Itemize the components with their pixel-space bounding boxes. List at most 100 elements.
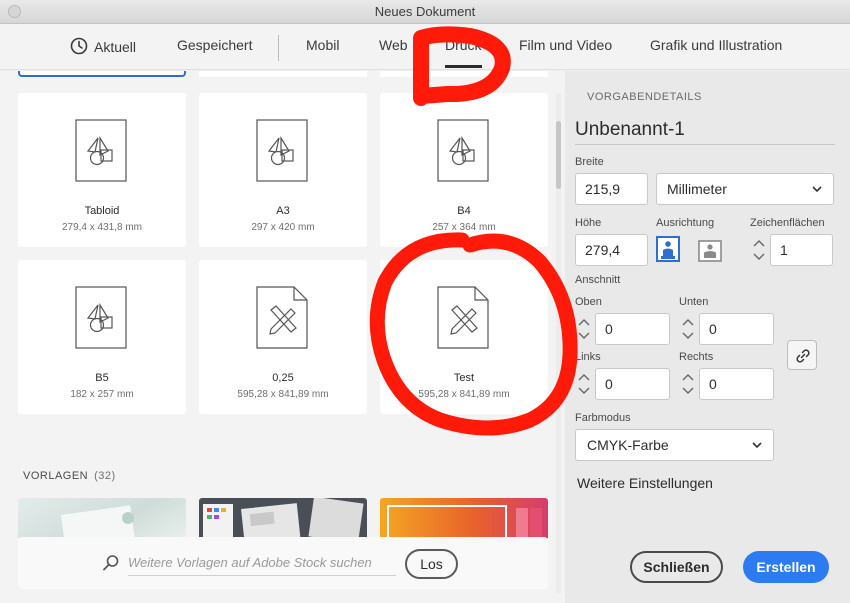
document-name-input[interactable] [575,115,835,145]
tab-recent[interactable]: Aktuell [70,37,136,55]
preset-browser: Tabloid 279,4 x 431,8 mm A3 297 x 420 mm… [0,71,565,603]
stepper-arrows-icon[interactable] [575,368,593,400]
window-close-button[interactable] [8,5,21,18]
search-go-button[interactable]: Los [405,549,458,579]
clock-icon [70,37,88,55]
preset-card-partial[interactable] [380,71,548,77]
tab-film-video[interactable]: Film und Video [519,37,612,53]
chevron-down-icon [812,186,822,193]
tab-divider [278,35,279,61]
bleed-left-stepper [575,368,670,400]
color-mode-value: CMYK-Farbe [587,437,669,453]
portrait-orientation-icon[interactable] [656,236,680,262]
shapes-document-icon [75,286,127,349]
landscape-orientation-icon[interactable] [698,238,722,264]
preset-size: 595,28 x 841,89 mm [237,389,329,400]
bleed-right-input[interactable] [699,368,774,400]
unit-select-value: Millimeter [667,181,727,197]
link-bleed-button[interactable] [787,340,817,370]
stepper-arrows-icon[interactable] [679,313,697,345]
tab-label: Druck [445,37,482,53]
preset-card[interactable]: Test 595,28 x 841,89 mm [380,260,548,414]
tab-label: Mobil [306,37,340,53]
preset-name: A3 [276,205,290,217]
tab-print[interactable]: Druck [445,37,482,68]
bleed-top-stepper [575,313,670,345]
preset-details-panel: VORGABENDETAILS Breite Millimeter Höhe A… [565,71,850,603]
template-thumbnail[interactable] [18,498,186,538]
bleed-left-label: Links [575,351,601,363]
tab-mobile[interactable]: Mobil [306,37,339,53]
preset-card[interactable]: B5 182 x 257 mm [18,260,186,414]
preset-name: 0,25 [272,372,294,384]
color-mode-label: Farbmodus [575,412,631,424]
color-mode-select[interactable]: CMYK-Farbe [575,429,774,461]
window-title: Neues Dokument [374,4,476,19]
artboards-stepper [750,234,845,266]
preset-name: B5 [95,372,109,384]
stock-search-input[interactable] [128,550,396,576]
create-button[interactable]: Erstellen [743,551,829,583]
unit-select[interactable]: Millimeter [656,173,834,205]
tab-web[interactable]: Web [379,37,408,53]
ruler-pencil-document-icon [437,286,489,349]
template-thumbnail[interactable] [380,498,548,538]
template-thumbnail[interactable] [199,498,367,538]
preset-card[interactable]: B4 257 x 364 mm [380,93,548,247]
preset-card[interactable]: 0,25 595,28 x 841,89 mm [199,260,367,414]
preset-size: 279,4 x 431,8 mm [61,222,143,233]
width-label: Breite [575,156,604,168]
link-chain-icon [796,349,810,363]
preset-size: 595,28 x 841,89 mm [418,389,510,400]
bleed-left-input[interactable] [595,368,670,400]
bleed-label: Anschnitt [575,274,621,286]
preset-name: Test [453,372,475,384]
tab-label: Grafik und Illustration [650,37,783,53]
stepper-arrows-icon[interactable] [575,313,593,345]
shapes-document-icon [75,119,127,182]
tab-label: Web [379,37,408,53]
bleed-top-label: Oben [575,296,602,308]
artboards-input[interactable] [770,234,833,266]
tab-label: Gespeichert [177,37,253,53]
bleed-top-input[interactable] [595,313,670,345]
stepper-arrows-icon[interactable] [750,234,768,266]
title-bar: Neues Dokument [0,0,850,24]
preset-size: 257 x 364 mm [432,222,496,233]
preset-size: 297 x 420 mm [251,222,315,233]
width-input[interactable] [575,173,648,205]
template-preview-image [203,498,364,538]
stepper-arrows-icon[interactable] [679,368,697,400]
preset-card-partial[interactable] [199,71,367,77]
bleed-bottom-input[interactable] [699,313,774,345]
height-input[interactable] [575,234,648,266]
template-preview-image [387,505,542,538]
tab-art-illustration[interactable]: Grafik und Illustration [650,37,782,53]
bleed-right-stepper [679,368,774,400]
preset-size: 182 x 257 mm [70,389,134,400]
preset-card[interactable]: Tabloid 279,4 x 431,8 mm [18,93,186,247]
preset-card-selected-partial[interactable] [18,71,186,77]
bleed-bottom-stepper [679,313,774,345]
bleed-bottom-label: Unten [679,296,709,308]
tab-label: Aktuell [94,39,137,55]
preset-details-heading: VORGABENDETAILS [587,91,702,103]
more-settings-link[interactable]: Weitere Einstellungen [577,475,713,491]
shapes-document-icon [256,119,308,182]
close-button[interactable]: Schließen [630,551,723,583]
templates-count: (32) [94,470,116,482]
preset-card[interactable]: A3 297 x 420 mm [199,93,367,247]
search-icon [103,555,119,571]
tab-label: Film und Video [519,37,613,53]
chevron-down-icon [752,442,762,449]
bleed-right-label: Rechts [679,351,714,363]
stock-search-bar: Los [18,537,548,589]
scrollbar-thumb[interactable] [556,121,561,189]
tab-saved[interactable]: Gespeichert [177,37,252,53]
template-preview-image [60,505,136,538]
preset-name: Tabloid [84,205,120,217]
category-tabs: Aktuell Gespeichert Mobil Web Druck Film… [0,24,850,70]
height-label: Höhe [575,217,602,229]
templates-heading: VORLAGEN (32) [23,470,116,482]
shapes-document-icon [437,119,489,182]
